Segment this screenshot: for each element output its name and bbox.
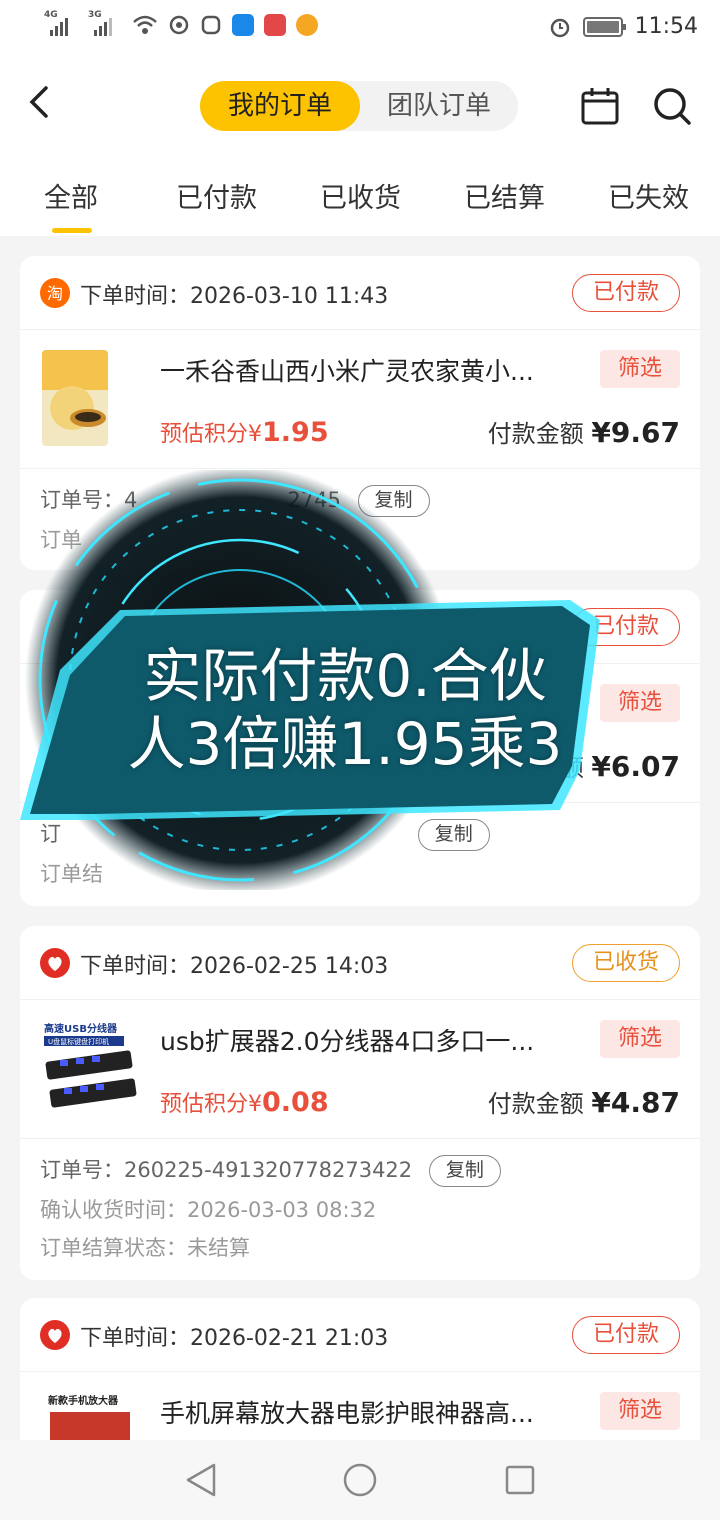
app-notification-icon (201, 15, 221, 35)
status-badge: 已收货 (571, 944, 680, 982)
clock-time: 11:54 (634, 14, 698, 39)
taobao-icon: 淘 (40, 278, 70, 308)
product-name[interactable]: 一禾谷香山西小米广灵农家黄小... (160, 352, 580, 388)
order-number-row: 订单号：260225-491320778273422 复制 (40, 1154, 501, 1187)
alipay-icon (232, 14, 254, 36)
pinduoduo-icon (40, 948, 70, 978)
signal-icon: 3G (88, 10, 122, 36)
settlement-status: 订单结算状态：未结算 (40, 1236, 250, 1260)
order-card-header: 下单时间：2026-02-21 21:03 已付款 (20, 1298, 700, 1372)
tab-my-orders[interactable]: 我的订单 (200, 81, 360, 131)
svg-text:高速USB分线器: 高速USB分线器 (44, 1022, 118, 1035)
order-time: 下单时间：2026-03-10 11:43 (80, 284, 389, 309)
product-thumbnail[interactable] (42, 350, 108, 446)
status-bar: 4G 3G 11:54 (0, 0, 720, 58)
tab-expired[interactable]: 已失效 (608, 176, 689, 215)
header: 我的订单 团队订单 全部 已付款 已收货 已结算 已失效 (0, 58, 720, 236)
tab-settled[interactable]: 已结算 (464, 176, 545, 215)
wifi-icon (133, 15, 157, 34)
search-icon[interactable] (652, 86, 692, 126)
product-name[interactable]: usb扩展器2.0分线器4口多口一... (160, 1022, 580, 1058)
tab-all[interactable]: 全部 (44, 176, 98, 215)
status-badge: 已付款 (571, 1316, 680, 1354)
svg-text:淘: 淘 (47, 284, 63, 303)
promo-overlay-text: 实际付款0.合伙 人3倍赚1.95乘3 (127, 642, 563, 778)
pinduoduo-icon (40, 1320, 70, 1350)
order-time: 下单时间：2026-02-25 14:03 (80, 954, 389, 979)
filter-button[interactable]: 筛选 (600, 350, 680, 388)
recent-apps-square-icon[interactable] (504, 1464, 536, 1496)
order-card-header: 下单时间：2026-02-25 14:03 已收货 (20, 926, 700, 1000)
battery-icon (582, 16, 626, 37)
tab-received[interactable]: 已收货 (320, 176, 401, 215)
payment-amount: 付款金额 ¥9.67 (487, 416, 680, 449)
product-thumbnail[interactable]: 高速USB分线器 U盘鼠标键盘打印机 (40, 1020, 140, 1116)
divider (20, 468, 700, 469)
estimated-points: 预估积分¥1.95 (160, 417, 329, 448)
confirm-receipt-time: 确认收货时间：2026-03-03 08:32 (40, 1198, 377, 1222)
app-notification-icon (264, 14, 286, 36)
filter-button[interactable]: 筛选 (600, 1392, 680, 1430)
app-notification-icon (169, 15, 189, 35)
svg-text:U盘鼠标键盘打印机: U盘鼠标键盘打印机 (48, 1037, 109, 1046)
home-circle-icon[interactable] (342, 1462, 378, 1498)
copy-button[interactable]: 复制 (428, 1155, 501, 1187)
promo-overlay-banner: 实际付款0.合伙 人3倍赚1.95乘3 (0, 465, 720, 895)
filter-button[interactable]: 筛选 (600, 1020, 680, 1058)
order-type-switch: 我的订单 团队订单 (200, 81, 518, 131)
order-time: 下单时间：2026-02-21 21:03 (80, 1326, 389, 1351)
payment-amount: 付款金额 ¥4.87 (487, 1086, 680, 1119)
weibo-icon (296, 14, 318, 36)
back-arrow-icon[interactable] (22, 82, 62, 122)
product-name[interactable]: 手机屏幕放大器电影护眼神器高... (160, 1394, 580, 1430)
status-badge: 已付款 (571, 274, 680, 312)
system-navigation-bar (0, 1440, 720, 1520)
back-triangle-icon[interactable] (184, 1462, 218, 1498)
calendar-icon[interactable] (580, 86, 620, 126)
signal-icon: 4G (44, 10, 78, 36)
order-card[interactable]: 下单时间：2026-02-25 14:03 已收货 高速USB分线器 U盘鼠标键… (20, 926, 700, 1280)
order-card-header: 淘 下单时间：2026-03-10 11:43 已付款 (20, 256, 700, 330)
active-tab-indicator (52, 228, 92, 233)
alarm-icon (550, 18, 569, 37)
estimated-points: 预估积分¥0.08 (160, 1087, 329, 1118)
order-card[interactable]: 下单时间：2026-02-21 21:03 已付款 新款手机放大器 手机屏幕放大… (20, 1298, 700, 1458)
tab-paid[interactable]: 已付款 (176, 176, 257, 215)
svg-text:新款手机放大器: 新款手机放大器 (48, 1394, 119, 1407)
divider (20, 1138, 700, 1139)
status-filter-tabs: 全部 已付款 已收货 已结算 已失效 (0, 176, 720, 236)
tab-team-orders[interactable]: 团队订单 (360, 81, 518, 131)
